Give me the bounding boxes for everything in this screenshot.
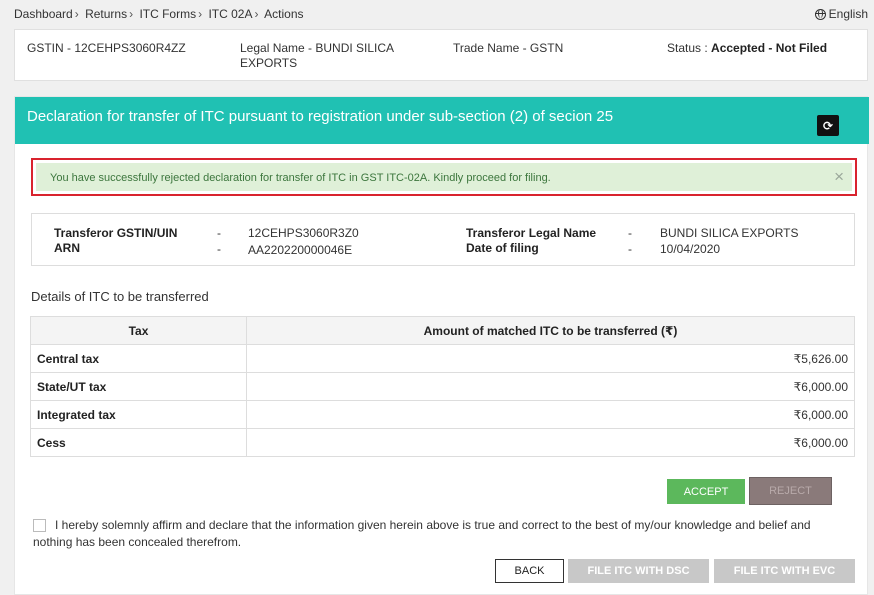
accept-button[interactable]: ACCEPT (667, 479, 745, 504)
alert-message: You have successfully rejected declarati… (50, 172, 551, 184)
card-header: Declaration for transfer of ITC pursuant… (15, 97, 869, 144)
table-header-row: Tax Amount of matched ITC to be transfer… (30, 316, 855, 345)
breadcrumb-separator: › (198, 7, 203, 21)
date-of-filing-value: 10/04/2020 (660, 242, 721, 256)
reject-button[interactable]: REJECT (749, 477, 832, 505)
legal-name-line1: Legal Name - BUNDI SILICA (240, 41, 395, 55)
language-selector[interactable]: English (814, 7, 868, 21)
status-text: Status : Accepted - Not Filed (667, 41, 827, 56)
file-with-evc-button[interactable]: FILE ITC WITH EVC (714, 559, 855, 583)
legal-name-line2: EXPORTS (240, 56, 298, 70)
breadcrumb-separator: › (254, 7, 259, 21)
table-row: State/UT tax ₹6,000.00 (30, 372, 855, 401)
declaration-card: Declaration for transfer of ITC pursuant… (14, 96, 869, 595)
affirmation: I hereby solemnly affirm and declare tha… (33, 517, 843, 551)
tax-cell: State/UT tax (30, 372, 247, 401)
arn-label: ARN (54, 241, 80, 255)
status-label: Status : (667, 41, 708, 55)
file-with-dsc-button[interactable]: FILE ITC WITH DSC (568, 559, 709, 583)
breadcrumb-itc-forms[interactable]: ITC Forms (139, 7, 196, 21)
legal-name-label: Transferor Legal Name (466, 226, 597, 240)
breadcrumb-itc-02a[interactable]: ITC 02A (208, 7, 252, 21)
breadcrumb-separator: › (74, 7, 79, 21)
column-header-tax: Tax (30, 316, 247, 345)
card-title: Declaration for transfer of ITC pursuant… (27, 108, 614, 125)
amount-cell: ₹6,000.00 (246, 428, 855, 457)
breadcrumb: Dashboard › Returns › ITC Forms › ITC 02A › … (14, 7, 304, 21)
amount-cell: ₹6,000.00 (246, 372, 855, 401)
breadcrumb-actions: Actions (264, 7, 304, 21)
transferor-gstin-label: Transferor GSTIN/UIN (54, 226, 178, 240)
alert-highlight: You have successfully rejected declarati… (31, 158, 857, 196)
gstin-text: GSTIN - 12CEHPS3060R4ZZ (27, 41, 186, 55)
date-of-filing-label: Date of filing (466, 241, 539, 255)
amount-cell: ₹6,000.00 (246, 400, 855, 429)
table-row: Cess ₹6,000.00 (30, 428, 855, 457)
taxpayer-info-bar: GSTIN - 12CEHPS3060R4ZZ Legal Name - BUN… (14, 29, 868, 81)
close-icon[interactable]: × (834, 168, 844, 186)
success-alert: You have successfully rejected declarati… (36, 163, 852, 191)
status-value: Accepted - Not Filed (711, 41, 828, 55)
back-button[interactable]: BACK (495, 559, 564, 583)
language-label: English (828, 7, 868, 21)
table-row: Integrated tax ₹6,000.00 (30, 400, 855, 429)
dash-separator: - (217, 242, 221, 256)
legal-name-text: Legal Name - BUNDI SILICA EXPORTS (240, 41, 394, 71)
table-row: Central tax ₹5,626.00 (30, 344, 855, 373)
section-title: Details of ITC to be transferred (31, 289, 209, 304)
globe-icon (814, 8, 826, 20)
column-header-amount: Amount of matched ITC to be transferred … (246, 316, 855, 345)
breadcrumb-separator: › (129, 7, 134, 21)
trade-name-text: Trade Name - GSTN (453, 41, 564, 55)
breadcrumb-dashboard[interactable]: Dashboard (14, 7, 73, 21)
tax-cell: Integrated tax (30, 400, 247, 429)
dash-separator: - (217, 226, 221, 240)
refresh-icon: ⟳ (822, 118, 834, 133)
itc-table: Tax Amount of matched ITC to be transfer… (30, 316, 855, 457)
transferor-details: Transferor GSTIN/UIN - 12CEHPS3060R3Z0 A… (31, 213, 855, 266)
tax-cell: Cess (30, 428, 247, 457)
top-bar: Dashboard › Returns › ITC Forms › ITC 02A › … (0, 0, 874, 28)
tax-cell: Central tax (30, 344, 247, 373)
refresh-button[interactable]: ⟳ (817, 115, 839, 136)
affirmation-text: I hereby solemnly affirm and declare tha… (33, 518, 811, 549)
arn-value: AA220220000046E (248, 243, 353, 257)
amount-cell: ₹5,626.00 (246, 344, 855, 373)
transferor-gstin-value: 12CEHPS3060R3Z0 (248, 226, 359, 240)
dash-separator: - (628, 226, 632, 240)
dash-separator: - (628, 242, 632, 256)
affirmation-checkbox[interactable] (33, 519, 46, 532)
breadcrumb-returns[interactable]: Returns (85, 7, 127, 21)
legal-name-value: BUNDI SILICA EXPORTS (660, 226, 799, 240)
